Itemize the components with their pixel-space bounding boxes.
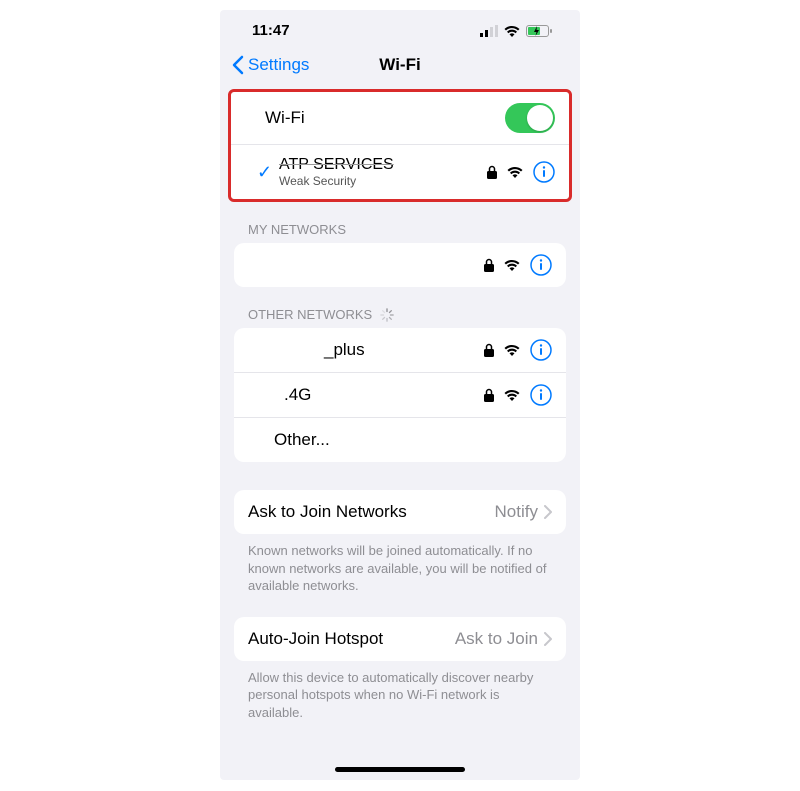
chevron-right-icon [544,505,552,519]
other-network-name: .4G [274,385,484,405]
wifi-toggle-label: Wi-Fi [245,108,505,128]
lock-icon [484,388,494,402]
ask-to-join-footer: Known networks will be joined automatica… [220,534,580,599]
auto-join-footer: Allow this device to automatically disco… [220,661,580,726]
status-time: 11:47 [252,22,290,39]
auto-join-value: Ask to Join [455,629,538,649]
wifi-toggle-row[interactable]: Wi-Fi [231,92,569,145]
back-button[interactable]: Settings [232,55,309,75]
info-icon[interactable] [530,339,552,361]
my-networks-header: MY NETWORKS [220,202,580,243]
status-icons [480,25,552,37]
auto-join-row[interactable]: Auto-Join Hotspot Ask to Join [234,617,566,661]
back-label: Settings [248,55,309,75]
info-icon[interactable] [533,161,555,183]
other-network-manual-row[interactable]: Other... [234,418,566,462]
ask-to-join-label: Ask to Join Networks [248,502,495,522]
other-network-row[interactable]: .4G [234,373,566,418]
other-network-row[interactable]: _plus [234,328,566,373]
cellular-icon [480,25,498,37]
auto-join-label: Auto-Join Hotspot [248,629,455,649]
connected-network-name: ATP SERVICES [279,156,487,174]
chevron-left-icon [232,55,244,75]
wifi-signal-icon [504,259,520,271]
wifi-signal-icon [504,389,520,401]
wifi-toggle[interactable] [505,103,555,133]
other-network-name: _plus [274,340,484,360]
page-title: Wi-Fi [379,55,420,75]
ask-to-join-row[interactable]: Ask to Join Networks Notify [234,490,566,534]
connected-network-subtitle: Weak Security [279,174,487,188]
my-network-row[interactable] [234,243,566,287]
wifi-signal-icon [504,344,520,356]
other-networks-label: OTHER NETWORKS [248,307,372,322]
lock-icon [484,258,494,272]
phone-screen: 11:47 Settings Wi-Fi Wi-Fi ✓ ATP SERVICE… [220,10,580,780]
home-indicator[interactable] [335,767,465,772]
wifi-signal-icon [507,166,523,178]
checkmark-icon: ✓ [257,162,272,183]
wifi-icon [504,25,520,37]
nav-bar: Settings Wi-Fi [220,47,580,89]
annotation-highlight: Wi-Fi ✓ ATP SERVICES Weak Security [228,89,572,202]
other-networks-header: OTHER NETWORKS [220,287,580,328]
lock-icon [487,165,497,179]
info-icon[interactable] [530,254,552,276]
lock-icon [484,343,494,357]
status-bar: 11:47 [220,10,580,47]
other-label: Other... [274,430,552,450]
ask-to-join-value: Notify [495,502,538,522]
connected-network-row[interactable]: ✓ ATP SERVICES Weak Security [231,145,569,199]
chevron-right-icon [544,632,552,646]
spinner-icon [380,308,394,322]
info-icon[interactable] [530,384,552,406]
battery-charging-icon [526,25,552,37]
